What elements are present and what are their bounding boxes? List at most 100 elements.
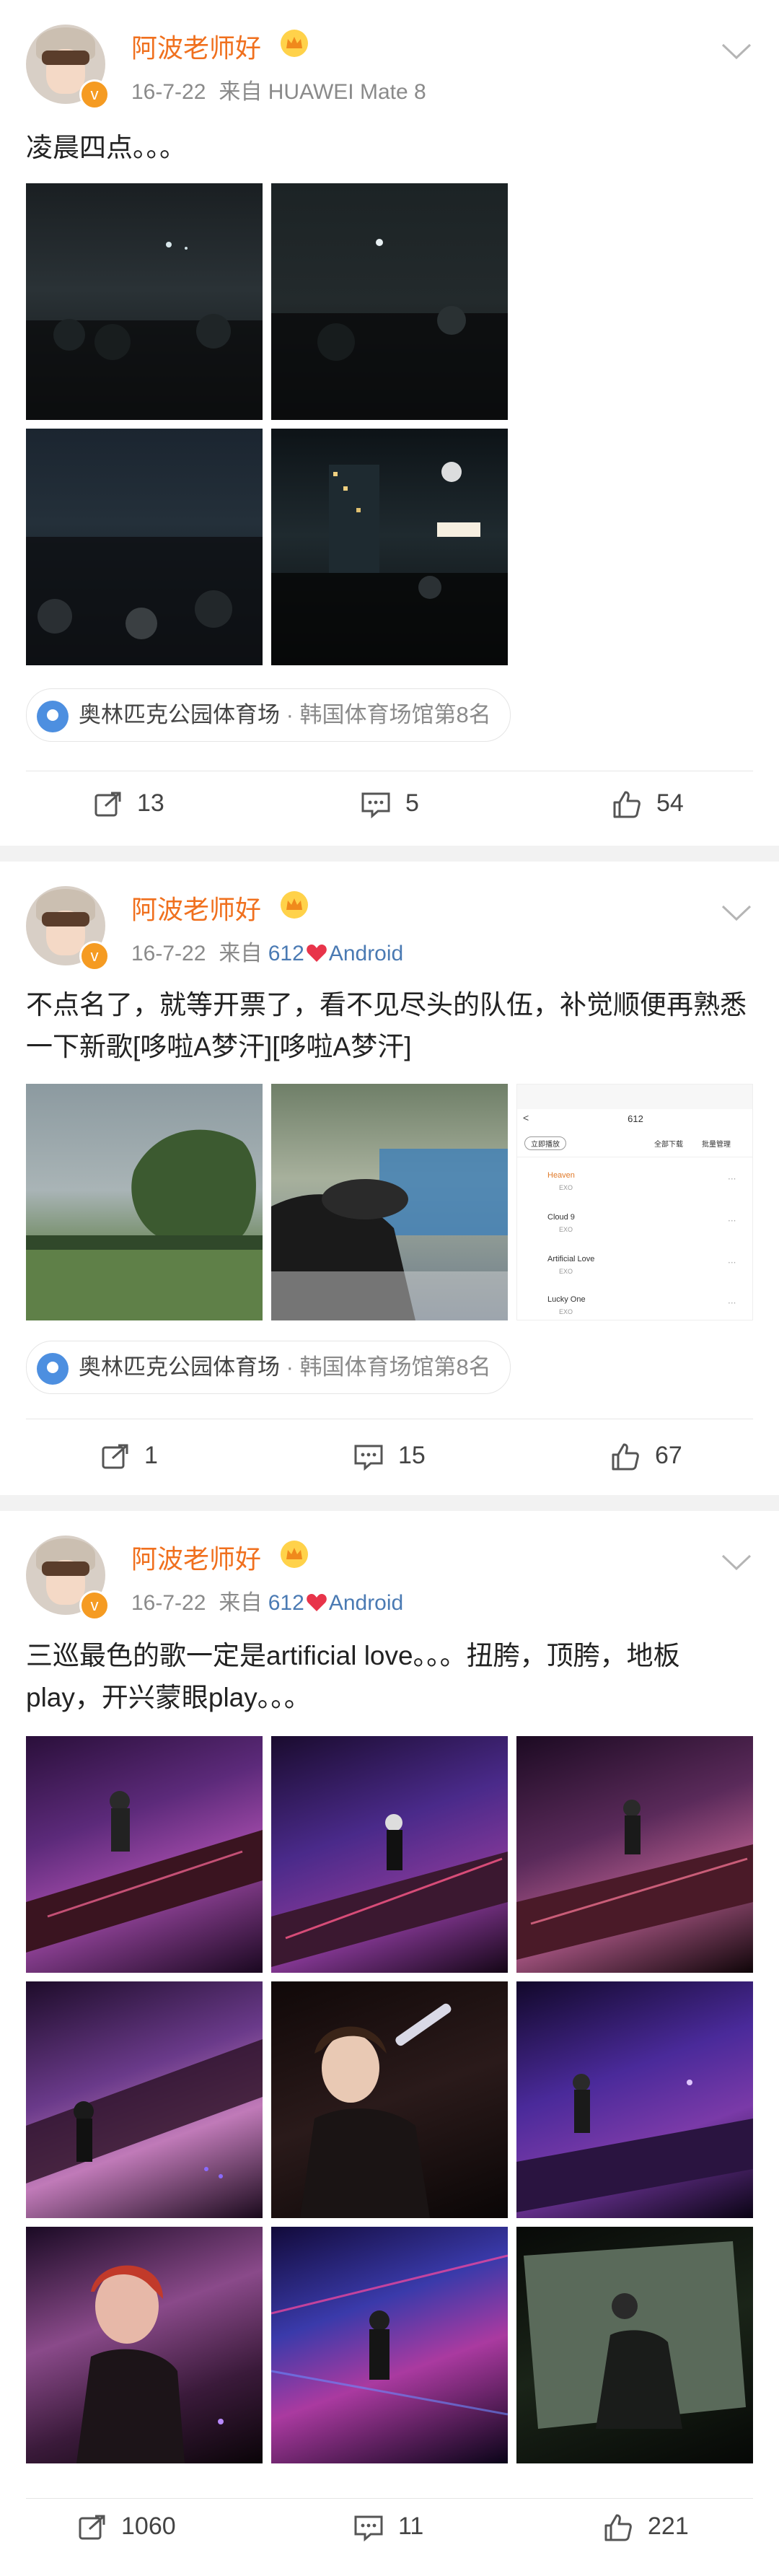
heart-icon [306, 1594, 327, 1611]
repost-count: 13 [137, 789, 164, 817]
repost-icon [102, 1444, 128, 1469]
like-button[interactable]: 67 [610, 1416, 682, 1495]
post-date: 16-7-22 [131, 1591, 206, 1615]
comment-button[interactable]: 15 [353, 1416, 426, 1495]
post-meta: 16-7-22 来自 612 Android [131, 1585, 403, 1616]
post-2: v 阿波老师好 16-7-22 来自 612 Android 不点名了，就等开票了，… [0, 862, 779, 1495]
comment-button[interactable]: 11 [353, 2487, 423, 2566]
song-artist: EXO [559, 1268, 573, 1275]
repost-button[interactable]: 1 [101, 1416, 158, 1495]
repost-count: 1060 [121, 2513, 176, 2540]
action-bar: 1060 11 221 [0, 2487, 779, 2566]
location-name: 奥林匹克公园体育场 [79, 702, 280, 727]
post-photo[interactable] [516, 1736, 753, 1973]
comment-count: 11 [398, 2513, 424, 2540]
location-detail: · 韩国体育场馆第8名 [286, 702, 491, 727]
verified-badge-icon: v [79, 941, 110, 971]
post-date: 16-7-22 [131, 80, 206, 104]
source-prefix: 来自 [219, 1591, 263, 1615]
post-meta: 16-7-22 来自 612 Android [131, 935, 403, 967]
location-tag[interactable]: 奥林匹克公园体育场 · 韩国体育场馆第8名 [26, 1341, 511, 1394]
chevron-down-icon[interactable] [720, 1551, 753, 1573]
post-date: 16-7-22 [131, 942, 206, 965]
post-header: v 阿波老师好 16-7-22 来自 612 Android [0, 1511, 779, 1621]
post-header: v 阿波老师好 16-7-22 来自 612 Android [0, 862, 779, 971]
source-prefix: 来自 [219, 80, 263, 104]
post-photo[interactable] [26, 183, 263, 420]
crown-icon [281, 1541, 308, 1568]
comment-icon [361, 792, 390, 819]
chevron-down-icon[interactable] [720, 902, 753, 924]
source-prefix: 来自 [219, 942, 263, 965]
post-1: v 阿波老师好 16-7-22 来自 HUAWEI Mate 8 凌晨四点。。。 … [0, 0, 779, 846]
post-text: 三巡最色的歌一定是artificial love。。。扭胯，顶胯，地板play，… [26, 1641, 680, 1712]
song-row[interactable]: Heaven EXO ··· [517, 1171, 752, 1207]
post-photo[interactable] [271, 1084, 508, 1320]
playlist-title: 612 [628, 1113, 643, 1124]
batch-manage-button[interactable]: 批量管理 [702, 1138, 731, 1149]
repost-button[interactable]: 1060 [78, 2487, 176, 2566]
thumbs-up-icon [612, 1443, 639, 1471]
location-pin-icon [37, 1352, 69, 1385]
thumbs-up-icon [613, 791, 641, 818]
comment-count: 15 [398, 1442, 426, 1469]
like-button[interactable]: 221 [603, 2487, 689, 2566]
like-button[interactable]: 54 [612, 763, 684, 843]
repost-count: 1 [144, 1442, 158, 1469]
post-photo[interactable] [26, 1084, 263, 1320]
source-client: HUAWEI Mate 8 [268, 80, 426, 104]
post-photo[interactable] [26, 429, 263, 665]
song-artist: EXO [559, 1226, 573, 1233]
song-row[interactable]: Cloud 9 EXO ··· [517, 1213, 752, 1249]
music-app-screenshot[interactable]: < 612 立即播放 全部下载 批量管理 Heaven EXO ··· Clou… [516, 1084, 753, 1320]
repost-icon [79, 2515, 105, 2540]
post-header: v 阿波老师好 16-7-22 来自 HUAWEI Mate 8 [0, 0, 779, 110]
song-title: Cloud 9 [547, 1213, 575, 1222]
post-photo[interactable] [26, 1736, 263, 1973]
source-client[interactable]: 612 Android [268, 1591, 403, 1615]
play-all-button[interactable]: 立即播放 [524, 1136, 566, 1150]
post-photo[interactable] [271, 2227, 508, 2463]
heart-icon [306, 945, 327, 962]
location-detail: · 韩国体育场馆第8名 [286, 1354, 491, 1380]
comment-count: 5 [405, 789, 419, 817]
post-meta: 16-7-22 来自 HUAWEI Mate 8 [131, 74, 426, 105]
comment-icon [354, 1445, 383, 1471]
post-photo[interactable] [26, 1981, 263, 2218]
action-bar: 1 15 67 [0, 1416, 779, 1495]
post-photo[interactable] [516, 2227, 753, 2463]
post-photo[interactable] [271, 1736, 508, 1973]
post-photo[interactable] [271, 1981, 508, 2218]
post-photo[interactable] [271, 183, 508, 420]
song-title: Artificial Love [547, 1255, 595, 1263]
post-text: 不点名了，就等开票了，看不见尽头的队伍，补觉顺便再熟悉一下新歌[哆啦A梦汗][哆… [26, 990, 747, 1061]
post-3: v 阿波老师好 16-7-22 来自 612 Android 三巡最色的歌一定是ar… [0, 1511, 779, 2576]
song-title: Heaven [547, 1171, 575, 1180]
verified-badge-icon: v [79, 1590, 110, 1621]
username[interactable]: 阿波老师好 [131, 27, 261, 65]
crown-icon [281, 30, 308, 57]
post-photo[interactable] [26, 2227, 263, 2463]
comment-button[interactable]: 5 [361, 763, 419, 843]
source-client[interactable]: 612 Android [268, 942, 403, 965]
location-tag[interactable]: 奥林匹克公园体育场 · 韩国体育场馆第8名 [26, 688, 511, 742]
username[interactable]: 阿波老师好 [131, 1538, 261, 1576]
song-row[interactable]: Lucky One EXO ··· [517, 1295, 752, 1320]
repost-icon [94, 792, 121, 817]
post-photo[interactable] [271, 429, 508, 665]
chevron-down-icon[interactable] [720, 40, 753, 62]
post-text: 凌晨四点。。。 [26, 133, 186, 162]
song-artist: EXO [559, 1308, 573, 1315]
post-photo[interactable] [516, 1981, 753, 2218]
like-count: 54 [656, 789, 684, 817]
download-all-button[interactable]: 全部下载 [654, 1138, 683, 1149]
username[interactable]: 阿波老师好 [131, 889, 261, 926]
action-bar: 13 5 54 [0, 763, 779, 843]
repost-button[interactable]: 13 [94, 763, 164, 843]
song-artist: EXO [559, 1184, 573, 1191]
song-row[interactable]: Artificial Love EXO ··· [517, 1255, 752, 1291]
verified-badge-icon: v [79, 79, 110, 110]
location-name: 奥林匹克公园体育场 [79, 1354, 280, 1380]
location-pin-icon [37, 700, 69, 732]
crown-icon [281, 891, 308, 919]
